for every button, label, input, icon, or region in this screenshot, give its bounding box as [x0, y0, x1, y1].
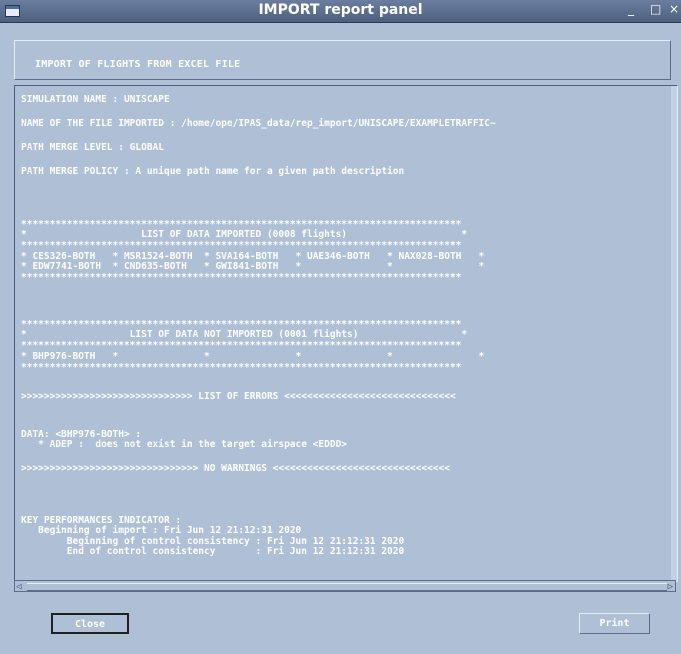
report-line: End of control consistency : Fri Jun 12 …: [21, 546, 405, 557]
horizontal-scrollbar[interactable]: ◁ ▷: [14, 580, 676, 592]
report-line: * LIST OF DATA NOT IMPORTED (0001 flight…: [21, 329, 468, 340]
report-line: PATH MERGE POLICY : A unique path name f…: [21, 166, 405, 177]
title-bar: IMPORT report panel _ □ ×: [0, 0, 681, 23]
report-line: >>>>>>>>>>>>>>>>>>>>>>>>>>>>>>> NO WARNI…: [21, 463, 450, 474]
report-line: * LIST OF DATA IMPORTED (0008 flights) *: [21, 229, 468, 240]
window-title: IMPORT report panel: [258, 2, 423, 18]
panel-header: IMPORT OF FLIGHTS FROM EXCEL FILE: [14, 40, 671, 80]
panel-header-text: IMPORT OF FLIGHTS FROM EXCEL FILE: [35, 59, 241, 70]
minimize-button[interactable]: _: [628, 2, 634, 16]
report-line: PATH MERGE LEVEL : GLOBAL: [21, 142, 164, 153]
report-line: ****************************************…: [21, 362, 462, 373]
close-window-button[interactable]: ×: [669, 2, 679, 16]
scroll-right-icon[interactable]: ▷: [668, 582, 673, 592]
report-line: Beginning of import : Fri Jun 12 21:12:3…: [21, 525, 302, 536]
close-button[interactable]: Close: [51, 613, 129, 634]
report-line: ****************************************…: [21, 340, 462, 351]
report-line: >>>>>>>>>>>>>>>>>>>>>>>>>>>>>> LIST OF E…: [21, 391, 456, 402]
report-line: NAME OF THE FILE IMPORTED : /home/ope/IP…: [21, 118, 496, 129]
vertical-scrollbar[interactable]: [671, 86, 677, 581]
report-line: ****************************************…: [21, 240, 462, 251]
report-line: ****************************************…: [21, 272, 462, 283]
report-line: * BHP976-BOTH * * * * *: [21, 351, 485, 362]
report-line: * ADEP : does not exist in the target ai…: [21, 439, 348, 450]
report-line: SIMULATION NAME : UNISCAPE: [21, 94, 170, 105]
report-line: * EDW7741-BOTH * CND635-BOTH * GWI841-BO…: [21, 261, 485, 272]
report-text-area[interactable]: SIMULATION NAME : UNISCAPE NAME OF THE F…: [14, 85, 678, 582]
scrollbar-thumb[interactable]: [27, 583, 667, 591]
scroll-left-icon[interactable]: ◁: [16, 582, 21, 592]
maximize-button[interactable]: □: [650, 2, 661, 16]
print-button[interactable]: Print: [579, 613, 650, 634]
